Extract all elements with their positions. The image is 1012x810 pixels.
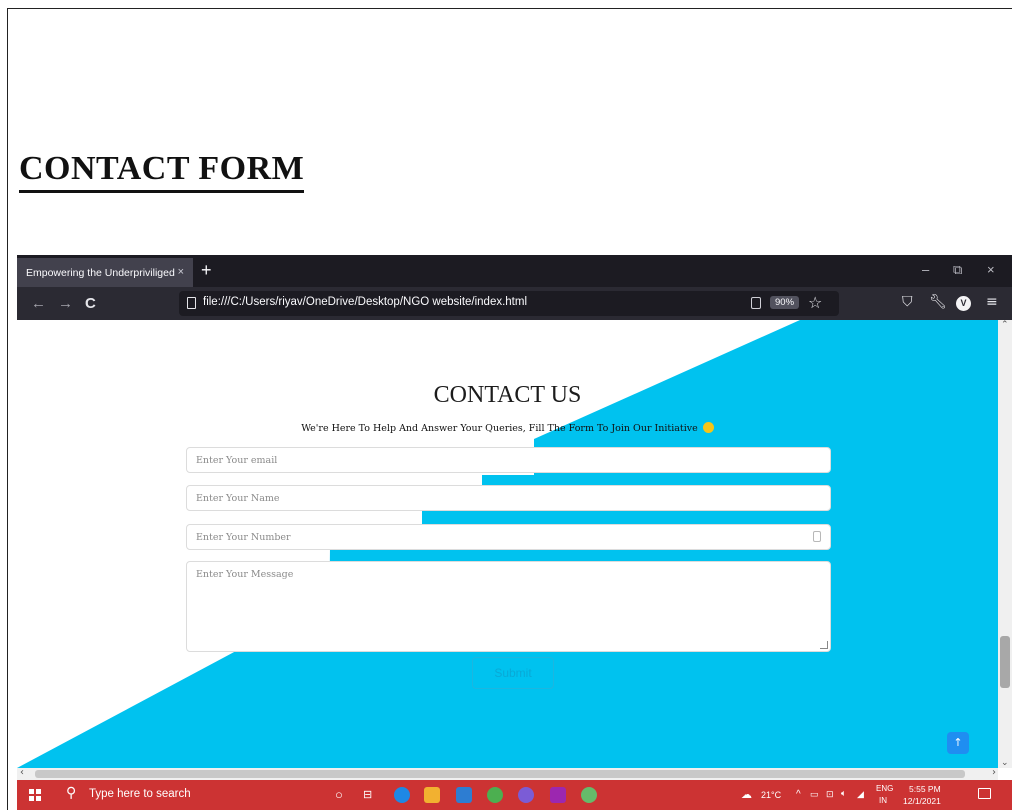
tab-bar: Empowering the Underpriviliged × + – ⧉ × (17, 255, 1012, 287)
cortana-icon[interactable]: ○ (335, 787, 343, 802)
tray-chevron-icon[interactable]: ^ (796, 789, 801, 800)
minimize-button[interactable]: – (922, 262, 929, 277)
zoom-badge[interactable]: 90% (770, 296, 800, 309)
notification-icon[interactable] (978, 788, 991, 799)
language-bottom[interactable]: IN (879, 796, 887, 805)
bookmark-star-icon[interactable]: ☆ (808, 293, 822, 312)
message-placeholder: Enter Your Message (196, 569, 294, 580)
number-field[interactable]: Enter Your Number (186, 524, 831, 550)
vscode-icon[interactable] (550, 787, 566, 803)
reader-view-icon[interactable] (751, 297, 761, 309)
tab-active[interactable]: Empowering the Underpriviliged × (17, 258, 193, 287)
task-view-icon[interactable]: ⊟ (363, 788, 372, 801)
forward-button[interactable]: → (58, 295, 73, 312)
weather-text[interactable]: 21°C (761, 790, 781, 800)
pocket-icon[interactable]: ⛉ (902, 294, 913, 310)
vertical-scroll-thumb[interactable] (1000, 636, 1010, 688)
tab-close-icon[interactable]: × (178, 266, 184, 278)
file-explorer-icon[interactable] (424, 787, 440, 803)
tab-title: Empowering the Underpriviliged (26, 266, 175, 279)
firefox-icon[interactable] (518, 787, 534, 803)
contact-title: CONTACT US (433, 382, 582, 408)
clock-date[interactable]: 12/1/2021 (903, 796, 941, 806)
url-bar[interactable]: file:///C:/Users/riyav/OneDrive/Desktop/… (179, 291, 839, 316)
url-text[interactable]: file:///C:/Users/riyav/OneDrive/Desktop/… (203, 296, 527, 308)
taskbar-search-input[interactable]: Type here to search (89, 788, 191, 800)
horizontal-scroll-thumb[interactable] (35, 770, 965, 778)
windows-start-icon[interactable] (29, 789, 41, 801)
scroll-down-icon[interactable]: ⌄ (1001, 758, 1009, 768)
navigation-bar: ← → C file:///C:/Users/riyav/OneDrive/De… (17, 287, 1012, 320)
language-top[interactable]: ENG (876, 784, 893, 793)
message-field[interactable]: Enter Your Message (186, 561, 831, 652)
number-spinner-icon[interactable] (813, 531, 821, 542)
wrench-icon[interactable]: 🔧︎ (929, 294, 947, 310)
app-icon[interactable] (581, 787, 597, 803)
edge-icon[interactable] (394, 787, 410, 803)
battery-icon[interactable]: ▭ (810, 789, 819, 800)
close-window-button[interactable]: × (987, 262, 995, 277)
scroll-up-icon[interactable]: ⌃ (1001, 320, 1009, 330)
document-heading: CONTACT FORM (19, 150, 305, 193)
menu-icon[interactable]: ≡ (986, 294, 998, 310)
name-placeholder: Enter Your Name (196, 493, 280, 504)
name-field[interactable]: Enter Your Name (186, 485, 831, 511)
store-icon[interactable] (456, 787, 472, 803)
email-placeholder: Enter Your email (196, 455, 278, 466)
email-field[interactable]: Enter Your email (186, 447, 831, 473)
scroll-to-top-button[interactable]: ↑ (947, 732, 969, 754)
browser-window: Empowering the Underpriviliged × + – ⧉ ×… (17, 255, 1012, 810)
scroll-right-icon[interactable]: › (992, 767, 996, 778)
new-tab-button[interactable]: + (201, 260, 212, 281)
chrome-icon[interactable] (487, 787, 503, 803)
page-icon (187, 297, 196, 309)
page-viewport: CONTACT US We're Here To Help And Answer… (17, 320, 1012, 768)
contact-subtitle-text: We're Here To Help And Answer Your Queri… (301, 423, 698, 434)
network-icon[interactable]: ⊡ (826, 789, 834, 800)
back-button[interactable]: ← (31, 295, 46, 312)
reload-button[interactable]: C (85, 295, 96, 312)
number-placeholder: Enter Your Number (196, 532, 291, 543)
smile-emoji-icon (702, 422, 714, 433)
contact-subtitle: We're Here To Help And Answer Your Queri… (17, 422, 998, 434)
scroll-left-icon[interactable]: ‹ (20, 767, 24, 778)
taskbar: ⚲ Type here to search ○ ⊟ ☁ 21°C ^ ▭ ⊡ 🔈… (17, 780, 1012, 810)
restore-button[interactable]: ⧉ (953, 262, 962, 278)
vertical-scrollbar[interactable]: ⌃ ⌄ (998, 320, 1012, 768)
volume-icon[interactable]: 🔈︎ (841, 788, 846, 799)
wifi-icon[interactable]: ◢ (857, 789, 864, 800)
weather-icon[interactable]: ☁ (741, 788, 752, 801)
clock-time[interactable]: 5:55 PM (909, 784, 941, 794)
submit-button[interactable]: Submit (472, 657, 554, 689)
account-avatar-icon[interactable]: V (956, 296, 971, 311)
search-icon[interactable]: ⚲ (66, 785, 76, 801)
horizontal-scrollbar[interactable]: ‹ › (17, 767, 998, 780)
resize-handle-icon[interactable] (820, 641, 828, 649)
